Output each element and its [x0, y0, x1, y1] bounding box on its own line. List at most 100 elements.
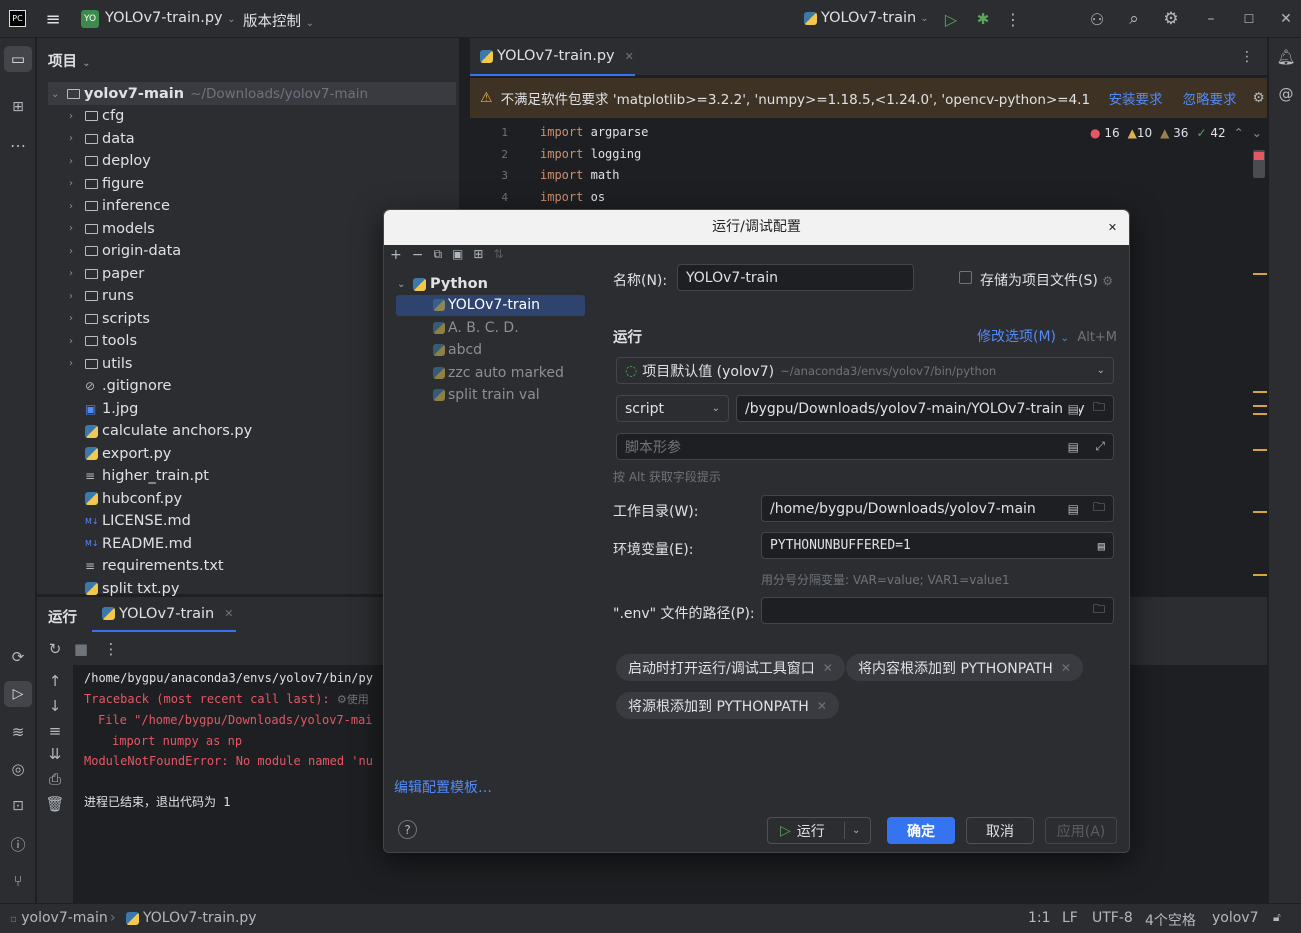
breadcrumb-root[interactable]: ▫ yolov7-main — [10, 910, 108, 926]
project-selector[interactable]: YOLOv7-train.py ⌄ — [105, 10, 236, 26]
chip-add-content-roots[interactable]: 将内容根添加到 PYTHONPATH ✕ — [846, 654, 1083, 681]
run-tab[interactable]: YOLOv7-train ✕ — [92, 597, 236, 632]
move-to-folder-icon[interactable]: ⊞ — [473, 247, 483, 263]
main-menu-icon[interactable]: ≡ — [44, 9, 62, 30]
config-item[interactable]: YOLOv7-train — [433, 297, 540, 313]
minimize-icon[interactable]: – — [1203, 9, 1219, 29]
interpreter-selector[interactable]: yolov7 — [1212, 910, 1259, 926]
sort-icon[interactable]: ⇅ — [493, 247, 503, 263]
install-requirements-link[interactable]: 安装要求 — [1109, 88, 1163, 108]
more-icon[interactable]: ⋮ — [1005, 9, 1021, 29]
script-params-input[interactable]: 脚本形参 ▤ ⤢ — [616, 433, 1114, 460]
config-item[interactable]: split train val — [433, 387, 540, 403]
console-output[interactable]: /home/bygpu/anaconda3/envs/yolov7/bin/py… — [84, 668, 373, 812]
tree-folder[interactable]: › data — [69, 128, 135, 150]
prev-highlight-icon[interactable]: ⌃ — [1234, 126, 1244, 140]
tree-folder[interactable]: › inference — [69, 195, 170, 217]
up-arrow-icon[interactable]: ↑ — [45, 671, 65, 691]
next-highlight-icon[interactable]: ⌄ — [1252, 126, 1262, 140]
run-icon[interactable]: ▷ — [942, 9, 960, 29]
modify-options-link[interactable]: 修改选项(M) ⌄ Alt+M — [977, 326, 1117, 346]
tree-folder[interactable]: › cfg — [69, 105, 124, 127]
problems-icon[interactable]: ⓘ — [7, 833, 29, 855]
close-tab-icon[interactable]: ✕ — [625, 50, 634, 63]
close-icon[interactable]: ✕ — [1278, 9, 1294, 29]
terminal-icon[interactable]: ⊡ — [7, 795, 29, 817]
help-button[interactable]: ? — [398, 820, 417, 839]
apply-button[interactable]: 应用(A) — [1045, 817, 1117, 844]
trash-icon[interactable]: 🗑︎ — [45, 794, 65, 814]
tree-file[interactable]: M↓ LICENSE.md — [85, 510, 191, 532]
config-item[interactable]: abcd — [433, 342, 482, 358]
copy-icon[interactable]: ⧉ — [433, 247, 442, 263]
structure-icon[interactable]: ⊞ — [7, 96, 29, 118]
lock-icon[interactable]: 🔓︎ — [1273, 910, 1281, 925]
store-as-file-checkbox[interactable] — [959, 271, 972, 284]
remove-icon[interactable]: − — [412, 247, 424, 263]
indent-setting[interactable]: 4个空格 — [1145, 910, 1196, 930]
project-badge[interactable]: YO — [81, 10, 99, 28]
more-icon[interactable]: ⋮ — [1240, 48, 1254, 66]
more-icon[interactable]: ⋮ — [101, 639, 121, 659]
add-icon[interactable]: + — [390, 247, 402, 263]
run-tool-icon[interactable]: ▷ — [4, 681, 32, 707]
tree-folder[interactable]: › deploy — [69, 150, 151, 172]
interpreter-select[interactable]: ◌ 项目默认值 (yolov7) ~/anaconda3/envs/yolov7/b… — [616, 357, 1114, 384]
run-button[interactable]: ▷ 运行 ⌄ — [767, 817, 871, 844]
close-icon[interactable]: ✕ — [1103, 218, 1122, 237]
tree-folder[interactable]: › utils — [69, 353, 133, 375]
code-lines[interactable]: 1 import argparse 2 import logging 3 import m… — [470, 122, 648, 208]
tree-folder[interactable]: › runs — [69, 285, 134, 307]
store-as-file-label[interactable]: 存储为项目文件(S) ⚙ — [980, 270, 1113, 290]
project-panel-title[interactable]: 项目 ⌄ — [48, 50, 90, 71]
chip-add-source-roots[interactable]: 将源根添加到 PYTHONPATH ✕ — [616, 692, 839, 719]
debug-icon[interactable]: ✱ — [974, 9, 992, 29]
line-separator[interactable]: LF — [1062, 910, 1078, 926]
scroll-to-end-icon[interactable]: ⇊ — [45, 744, 65, 764]
rerun-icon[interactable]: ↻ — [45, 639, 65, 659]
close-tab-icon[interactable]: ✕ — [224, 607, 233, 620]
name-input[interactable]: YOLOv7-train — [677, 264, 914, 291]
cancel-button[interactable]: 取消 — [966, 817, 1034, 844]
script-type-select[interactable]: script ⌄ — [616, 395, 729, 422]
ignore-requirements-link[interactable]: 忽略要求 — [1183, 88, 1237, 108]
print-icon[interactable]: ⎙ — [45, 769, 65, 789]
layers-icon[interactable]: ≋ — [7, 721, 29, 743]
file-encoding[interactable]: UTF-8 — [1092, 910, 1133, 926]
tree-file[interactable]: export.py — [85, 443, 171, 465]
tree-folder[interactable]: › figure — [69, 173, 144, 195]
more-tools-icon[interactable]: … — [7, 130, 29, 152]
config-item[interactable]: zzc auto marked — [433, 365, 564, 381]
services-icon[interactable]: ◎ — [7, 758, 29, 780]
edit-templates-link[interactable]: 编辑配置模板… — [394, 777, 492, 797]
python-console-icon[interactable]: ⟳ — [7, 646, 29, 668]
maximize-icon[interactable]: ☐ — [1241, 9, 1257, 29]
folder-icon[interactable]: ▭ — [4, 46, 32, 72]
config-item[interactable]: A. B. C. D. — [433, 320, 519, 336]
run-config-selector[interactable]: YOLOv7-train ⌄ — [804, 10, 929, 26]
tree-folder[interactable]: › tools — [69, 330, 137, 352]
ok-button[interactable]: 确定 — [887, 817, 955, 844]
python-group[interactable]: ⌄ Python — [397, 276, 488, 292]
notifications-icon[interactable]: 🔔︎ — [1276, 47, 1296, 67]
tree-folder[interactable]: › scripts — [69, 308, 150, 330]
tree-file[interactable]: ≡ requirements.txt — [85, 555, 224, 577]
down-arrow-icon[interactable]: ↓ — [45, 696, 65, 716]
vcs-menu[interactable]: 版本控制 ⌄ — [243, 10, 314, 31]
tree-file[interactable]: hubconf.py — [85, 488, 182, 510]
soft-wrap-icon[interactable]: ≡ — [45, 721, 65, 741]
tree-folder[interactable]: › models — [69, 218, 155, 240]
tree-root[interactable]: ⌄ yolov7-main ~/Downloads/yolov7-main — [51, 83, 368, 105]
tree-file[interactable]: ≡ higher_train.pt — [85, 465, 209, 487]
tab-yolov7-train[interactable]: YOLOv7-train.py ✕ — [470, 38, 635, 76]
inspection-widget[interactable]: ● 16 ▲10 ▲ 36 ✓ 42 ⌃ ⌄ — [1090, 126, 1262, 140]
gear-icon[interactable]: ⚙ — [1161, 9, 1181, 29]
tree-file[interactable]: ▣ 1.jpg — [85, 398, 138, 420]
gear-icon[interactable]: ⚙ — [1253, 90, 1265, 106]
stop-icon[interactable]: ■ — [71, 639, 91, 659]
tree-folder[interactable]: › paper — [69, 263, 144, 285]
chip-open-run-window[interactable]: 启动时打开运行/调试工具窗口 ✕ — [616, 654, 845, 681]
env-input[interactable]: PYTHONUNBUFFERED=1 ▤ — [761, 532, 1114, 559]
script-path-input[interactable]: /bygpu/Downloads/yolov7-main/YOLOv7-trai… — [736, 395, 1114, 422]
tree-folder[interactable]: › origin-data — [69, 240, 181, 262]
